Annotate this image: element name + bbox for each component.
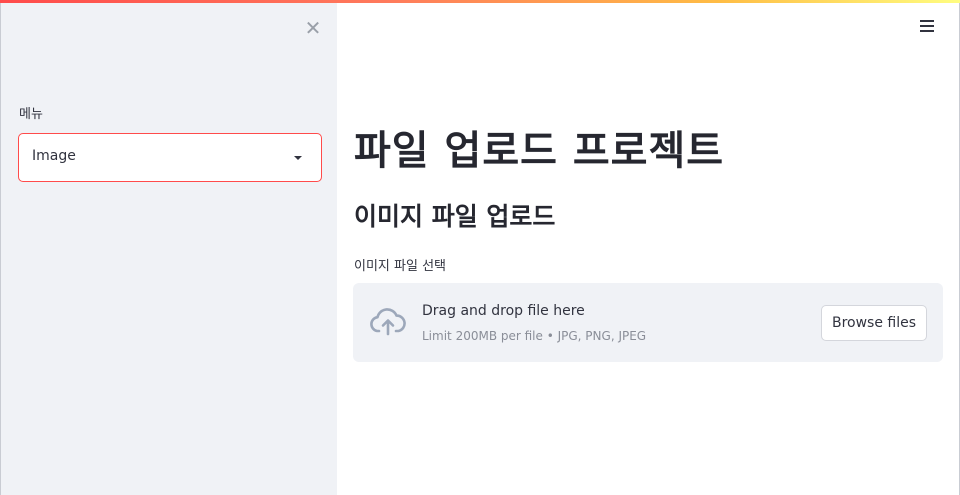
dropzone-instructions: Drag and drop file here (422, 303, 585, 319)
hamburger-icon-line (920, 25, 934, 27)
page-title: 파일 업로드 프로젝트 (354, 128, 725, 174)
main-content: 파일 업로드 프로젝트 이미지 파일 업로드 이미지 파일 선택 Drag an… (337, 0, 960, 495)
dropzone-file-limit: Limit 200MB per file • JPG, PNG, JPEG (422, 329, 647, 343)
menu-label: 메뉴 (19, 107, 43, 122)
sidebar: ✕ 메뉴 Image (0, 0, 337, 495)
section-title: 이미지 파일 업로드 (354, 202, 556, 231)
cloud-upload-icon (370, 308, 406, 336)
chevron-down-icon (294, 156, 302, 160)
decoration-top-bar (0, 0, 960, 3)
file-dropzone[interactable]: Drag and drop file here Limit 200MB per … (353, 283, 943, 362)
browse-files-button[interactable]: Browse files (821, 305, 927, 341)
menu-select[interactable]: Image (18, 133, 322, 182)
app-root: ✕ 메뉴 Image 파일 업로드 프로젝트 이미지 파일 업로드 이미지 파일… (0, 0, 960, 495)
file-uploader-label: 이미지 파일 선택 (354, 259, 446, 274)
close-icon: ✕ (304, 16, 322, 40)
hamburger-icon-line (920, 30, 934, 32)
menu-select-value: Image (32, 148, 76, 164)
hamburger-icon-line (920, 20, 934, 22)
hamburger-menu-button[interactable] (920, 20, 934, 34)
close-sidebar-button[interactable]: ✕ (303, 17, 323, 39)
